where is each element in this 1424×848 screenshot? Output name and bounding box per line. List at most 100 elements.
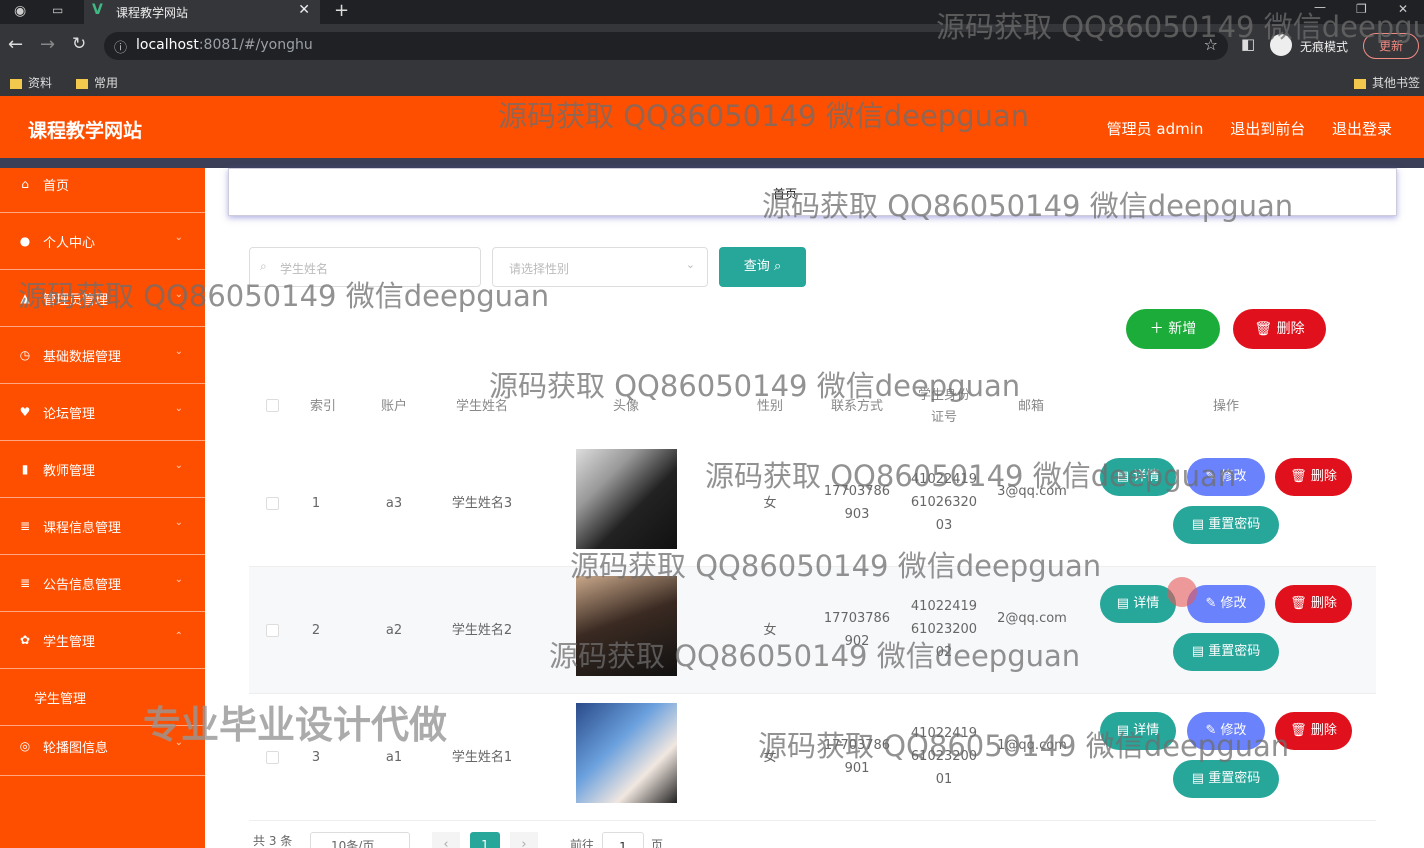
pencil-icon: ✎ — [1205, 596, 1217, 611]
bookmark-folder-2[interactable]: 常用 — [76, 74, 118, 91]
browser-tab[interactable]: V 课程教学网站 ✕ — [84, 0, 320, 24]
sidepanel-icon[interactable]: ◧ — [1241, 35, 1255, 53]
folder-icon — [76, 78, 88, 89]
sidebar-item-home[interactable]: ⌂ 首页 — [0, 157, 205, 213]
document-icon: ▤ — [1116, 596, 1130, 611]
row-checkbox[interactable] — [266, 497, 279, 510]
new-tab-button[interactable]: + — [334, 0, 349, 21]
student-name-input[interactable]: ⌕ 学生姓名 — [249, 247, 481, 287]
bookmark-star-icon[interactable]: ☆ — [1204, 35, 1218, 54]
user-icon: ● — [19, 234, 31, 248]
sidebar-item-teacher[interactable]: ▮ 教师管理 ⌄ — [0, 442, 205, 498]
detail-button[interactable]: ▤ 详情 — [1100, 712, 1176, 750]
student-table: 索引 账户 学生姓名 头像 性别 联系方式 学生身份证号 邮箱 操作 1 a3 … — [249, 375, 1376, 848]
chart-icon: ▮ — [21, 462, 29, 476]
incognito-avatar-icon[interactable] — [1270, 34, 1292, 56]
list-icon: ≣ — [19, 576, 31, 590]
edit-button[interactable]: ✎ 修改 — [1187, 585, 1265, 623]
back-icon[interactable]: ← — [8, 34, 23, 55]
document-icon: ▤ — [1116, 723, 1130, 738]
tab-close-icon[interactable]: ✕ — [298, 2, 310, 18]
current-page[interactable]: 1 — [470, 832, 500, 848]
delete-button[interactable]: 🗑 删除 — [1275, 585, 1352, 623]
avatar — [576, 703, 677, 803]
table-row: 1 a3 学生姓名3 女 17703786903 410224196102632… — [249, 440, 1376, 567]
watermark-big: 专业毕业设计代做 — [143, 703, 448, 747]
next-page-button[interactable]: › — [510, 832, 538, 848]
reset-password-button[interactable]: ▤ 重置密码 — [1173, 506, 1279, 544]
breadcrumb-home[interactable]: 首页 — [773, 185, 797, 202]
sidebar-item-forum[interactable]: ♥ 论坛管理 ⌄ — [0, 385, 205, 441]
header-links: 管理员 admin 退出到前台 退出登录 — [1085, 118, 1392, 139]
tab-title: 课程教学网站 — [116, 6, 189, 20]
prev-page-button[interactable]: ‹ — [432, 832, 460, 848]
pencil-icon: ✎ — [1205, 469, 1217, 484]
chevron-up-icon: ⌃ — [174, 631, 183, 642]
trash-icon: 🗑 — [1290, 723, 1307, 738]
tab-search-icon[interactable]: ▭ — [52, 3, 63, 17]
url-input[interactable]: ⓘ localhost:8081/#/yonghu ☆ — [104, 32, 1228, 60]
row-checkbox[interactable] — [266, 624, 279, 637]
other-bookmarks[interactable]: 其他书签 — [1354, 74, 1420, 91]
column-header: 索引 — [309, 399, 336, 414]
document-icon: ▤ — [1191, 517, 1205, 532]
bookmarks-bar: 资料 常用 其他书签 — [0, 68, 1424, 96]
batch-delete-button[interactable]: 🗑 删除 — [1233, 309, 1326, 349]
clock-icon: ◷ — [19, 348, 31, 362]
chevron-down-icon: ⌄ — [174, 232, 183, 243]
column-header: 操作 — [1212, 399, 1239, 414]
app-header: 课程教学网站 管理员 admin 退出到前台 退出登录 — [0, 96, 1424, 158]
goto-page-input[interactable]: 1 — [602, 832, 644, 848]
detail-button[interactable]: ▤ 详情 — [1100, 458, 1176, 496]
image-icon: ◎ — [19, 739, 31, 753]
delete-button[interactable]: 🗑 删除 — [1275, 712, 1352, 750]
column-header: 联系方式 — [830, 399, 883, 414]
folder-icon — [1354, 78, 1366, 89]
chevron-down-icon: ⌄ — [174, 403, 183, 414]
close-window-icon[interactable]: ✕ — [1398, 2, 1408, 16]
detail-button[interactable]: ▤ 详情 — [1100, 585, 1176, 623]
minimize-icon[interactable]: — — [1314, 0, 1326, 14]
page-unit-label: 页 — [651, 838, 664, 848]
delete-button[interactable]: 🗑 删除 — [1275, 458, 1352, 496]
incognito-label: 无痕模式 — [1300, 40, 1349, 54]
back-to-front-link[interactable]: 退出到前台 — [1230, 120, 1305, 138]
avatar — [576, 576, 677, 676]
search-icon: ⌕ — [773, 259, 782, 274]
plus-icon: ＋ — [1149, 321, 1164, 337]
table-row: 2 a2 学生姓名2 女 17703786902 410224196102320… — [249, 567, 1376, 694]
add-button[interactable]: ＋ 新增 — [1126, 309, 1220, 349]
sidebar-item-basic-data[interactable]: ◷ 基础数据管理 ⌄ — [0, 328, 205, 384]
chevron-down-icon: ⌄ — [174, 289, 183, 300]
bookmark-folder-1[interactable]: 资料 — [10, 74, 52, 91]
sidebar-item-admin[interactable]: ▲ 管理员管理 ⌄ — [0, 271, 205, 327]
maximize-icon[interactable]: ❐ — [1356, 2, 1367, 16]
forum-icon: ♥ — [19, 405, 31, 419]
avatar — [576, 449, 677, 549]
incognito-icon[interactable]: ◉ — [14, 3, 26, 19]
page-size-select[interactable]: 10条/页 — [310, 832, 410, 848]
sidebar-item-profile[interactable]: ● 个人中心 ⌄ — [0, 214, 205, 270]
reset-password-button[interactable]: ▤ 重置密码 — [1173, 760, 1279, 798]
query-button[interactable]: 查询 ⌕ — [719, 247, 806, 287]
column-header: 邮箱 — [1017, 399, 1044, 414]
reload-icon[interactable]: ↻ — [72, 34, 86, 54]
forward-icon[interactable]: → — [40, 34, 55, 55]
select-all-checkbox[interactable] — [266, 399, 279, 412]
gender-select[interactable]: 请选择性别 ⌄ — [492, 247, 708, 287]
edit-button[interactable]: ✎ 修改 — [1187, 712, 1265, 750]
reset-password-button[interactable]: ▤ 重置密码 — [1173, 633, 1279, 671]
column-header: 学生身份证号 — [917, 388, 970, 425]
sidebar-item-course[interactable]: ≣ 课程信息管理 ⌄ — [0, 499, 205, 555]
chevron-down-icon: ⌄ — [174, 574, 183, 585]
sidebar-item-notice[interactable]: ≣ 公告信息管理 ⌄ — [0, 556, 205, 612]
update-button[interactable]: 更新 — [1363, 33, 1419, 59]
row-checkbox[interactable] — [266, 751, 279, 764]
edit-button[interactable]: ✎ 修改 — [1187, 458, 1265, 496]
pencil-icon: ✎ — [1205, 723, 1217, 738]
column-header: 学生姓名 — [455, 399, 508, 414]
url-host: localhost — [136, 37, 199, 53]
logout-link[interactable]: 退出登录 — [1332, 120, 1392, 138]
site-info-icon[interactable]: ⓘ — [114, 37, 127, 56]
sidebar-item-student[interactable]: ✿ 学生管理 ⌃ — [0, 613, 205, 669]
